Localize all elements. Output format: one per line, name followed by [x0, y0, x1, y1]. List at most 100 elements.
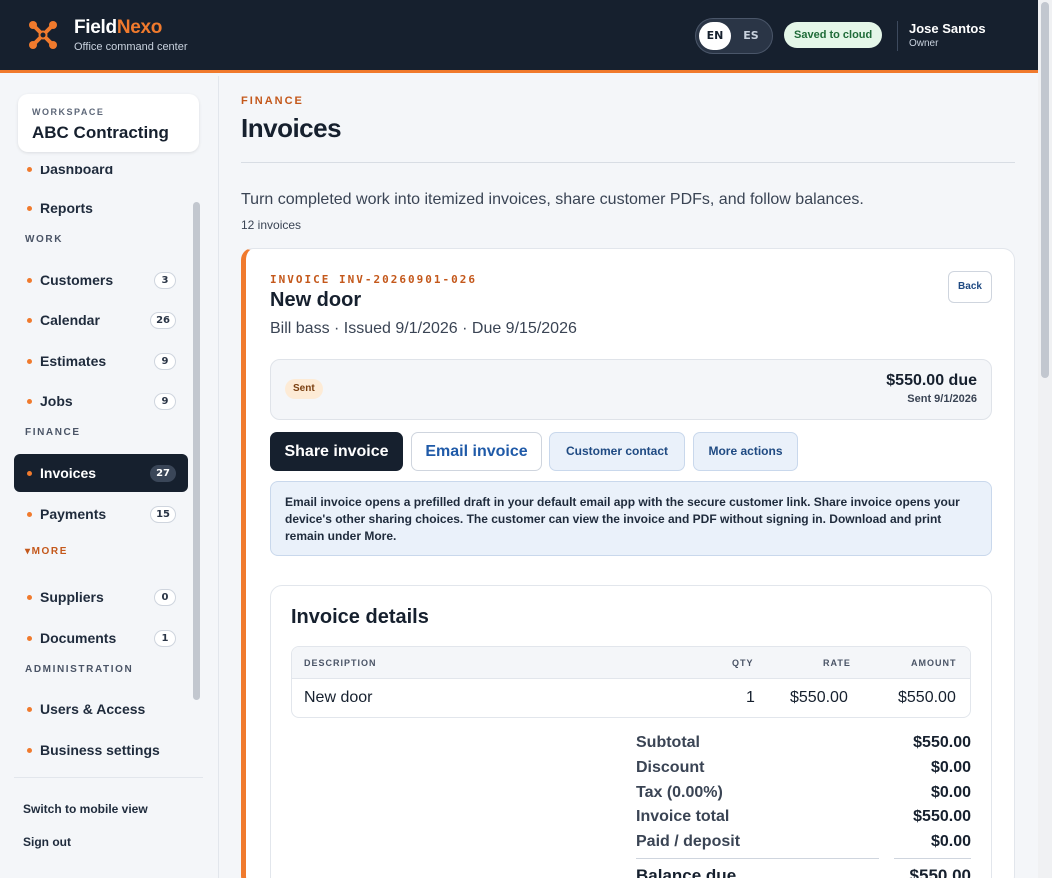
sidebar-nav[interactable]: Dashboard Reports WORK Customers 3 Calen…: [14, 166, 203, 778]
totals-discount: Discount $0.00: [636, 759, 971, 781]
share-invoice-button[interactable]: Share invoice: [270, 432, 403, 471]
language-en-button[interactable]: EN: [699, 22, 731, 50]
sidebar-item-label: Dashboard: [40, 166, 114, 177]
sign-out-link[interactable]: Sign out: [23, 835, 71, 849]
switch-mobile-view-link[interactable]: Switch to mobile view: [23, 802, 148, 816]
bullet-icon: [27, 707, 32, 712]
totals-balance-due: Balance due $550.00: [636, 866, 971, 878]
totals-value: $0.00: [930, 759, 971, 776]
bullet-icon: [27, 636, 32, 641]
bullet-icon: [27, 512, 32, 517]
totals-label: Invoice total: [636, 808, 730, 825]
bullet-icon: [27, 595, 32, 600]
user-name[interactable]: Jose Santos: [909, 21, 986, 36]
workspace-name: ABC Contracting: [32, 123, 169, 142]
sidebar-item-dashboard[interactable]: Dashboard: [14, 166, 188, 188]
header-divider: [897, 21, 898, 51]
sidebar-item-customers[interactable]: Customers 3: [14, 261, 188, 299]
sidebar-item-business-settings[interactable]: Business settings: [14, 731, 188, 769]
workspace-card[interactable]: WORKSPACE ABC Contracting: [18, 94, 199, 152]
status-badge: Sent: [285, 379, 323, 399]
brand-name-part2: Nexo: [116, 17, 163, 38]
invoice-details-card: Invoice details DESCRIPTION QTY RATE AMO…: [270, 585, 992, 878]
sidebar-item-label: Estimates: [40, 353, 107, 369]
top-bar: FieldNexo Office command center EN ES Sa…: [0, 0, 1038, 73]
page-intro: Turn completed work into itemized invoic…: [241, 191, 864, 208]
invoice-count: 12 invoices: [241, 218, 302, 232]
sidebar-item-reports[interactable]: Reports: [14, 189, 188, 227]
bullet-icon: [27, 359, 32, 364]
page-scrollbar-thumb[interactable]: [1041, 2, 1049, 378]
main-content: FINANCE Invoices Turn completed work int…: [219, 76, 1038, 878]
caret-down-icon: ▾: [25, 546, 32, 557]
sidebar-item-label: Jobs: [40, 393, 73, 409]
totals-value: $550.00: [913, 808, 971, 825]
totals-value: $0.00: [930, 833, 971, 850]
customer-contact-button[interactable]: Customer contact: [549, 432, 685, 471]
sidebar: WORKSPACE ABC Contracting Dashboard Repo…: [0, 76, 219, 878]
sidebar-item-documents[interactable]: Documents 1: [14, 619, 188, 657]
sidebar-item-count: 0: [154, 589, 176, 606]
nav-section-more-toggle[interactable]: ▾MORE: [25, 546, 68, 557]
totals-label: Paid / deposit: [636, 833, 741, 850]
brand-subtitle: Office command center: [74, 41, 188, 53]
sidebar-item-users-access[interactable]: Users & Access: [14, 690, 188, 728]
totals-value: $0.00: [930, 784, 971, 801]
sidebar-item-label: Business settings: [40, 742, 160, 758]
language-es-button[interactable]: ES: [735, 22, 767, 50]
sidebar-scrollbar-thumb[interactable]: [193, 202, 200, 700]
totals-divider: [636, 858, 879, 859]
brand-name[interactable]: FieldNexo: [74, 17, 162, 39]
bullet-icon: [27, 471, 32, 476]
line-items-table: DESCRIPTION QTY RATE AMOUNT New door 1 $…: [291, 646, 971, 718]
section-eyebrow: FINANCE: [241, 95, 304, 107]
sidebar-item-label: Users & Access: [40, 701, 146, 717]
workspace-label: WORKSPACE: [32, 107, 105, 117]
sidebar-item-label: Customers: [40, 272, 114, 288]
totals-label: Balance due: [636, 866, 737, 878]
sidebar-item-label: Documents: [40, 630, 117, 646]
sidebar-item-label: Payments: [40, 506, 107, 522]
sidebar-item-label: Invoices: [40, 465, 97, 481]
sidebar-item-count: 27: [150, 465, 176, 482]
totals-paid-deposit: Paid / deposit $0.00: [636, 833, 971, 855]
page-title: Invoices: [241, 113, 342, 143]
sidebar-item-calendar[interactable]: Calendar 26: [14, 301, 188, 339]
totals-value: $550.00: [913, 734, 971, 751]
totals-label: Tax (0.00%): [636, 784, 723, 801]
nav-section-finance: FINANCE: [25, 427, 81, 438]
bullet-icon: [27, 278, 32, 283]
totals-subtotal: Subtotal $550.00: [636, 734, 971, 756]
line-item-amount: $550.00: [898, 689, 956, 706]
sidebar-item-count: 9: [154, 353, 176, 370]
totals-label: Discount: [636, 759, 705, 776]
line-item-rate: $550.00: [790, 689, 848, 706]
bullet-icon: [27, 748, 32, 753]
amount-due: $550.00 due: [886, 372, 977, 389]
sidebar-item-label: Calendar: [40, 312, 100, 328]
column-header-description: DESCRIPTION: [304, 658, 377, 668]
invoice-card: INVOICE INV-20260901-026 New door Bill b…: [241, 248, 1015, 878]
invoice-meta: Bill bass · Issued 9/1/2026 · Due 9/15/2…: [270, 320, 577, 337]
sidebar-item-suppliers[interactable]: Suppliers 0: [14, 578, 188, 616]
invoice-details-title: Invoice details: [291, 606, 429, 628]
bullet-icon: [27, 399, 32, 404]
sidebar-item-count: 3: [154, 272, 176, 289]
email-invoice-button[interactable]: Email invoice: [411, 432, 542, 471]
sidebar-item-estimates[interactable]: Estimates 9: [14, 342, 188, 380]
line-item-qty: 1: [746, 689, 755, 706]
back-button[interactable]: Back: [948, 271, 992, 303]
nexus-logo-icon[interactable]: [27, 19, 59, 51]
column-header-rate: RATE: [823, 658, 851, 668]
sidebar-item-payments[interactable]: Payments 15: [14, 495, 188, 533]
sidebar-item-count: 9: [154, 393, 176, 410]
sidebar-item-jobs[interactable]: Jobs 9: [14, 382, 188, 420]
save-status-badge: Saved to cloud: [784, 22, 883, 48]
sent-date: Sent 9/1/2026: [907, 393, 977, 405]
bullet-icon: [27, 167, 32, 172]
totals-label: Subtotal: [636, 734, 700, 751]
sidebar-item-invoices[interactable]: Invoices 27: [14, 454, 188, 492]
more-actions-button[interactable]: More actions: [693, 432, 798, 471]
totals-invoice-total: Invoice total $550.00: [636, 808, 971, 830]
totals-divider: [894, 858, 971, 859]
